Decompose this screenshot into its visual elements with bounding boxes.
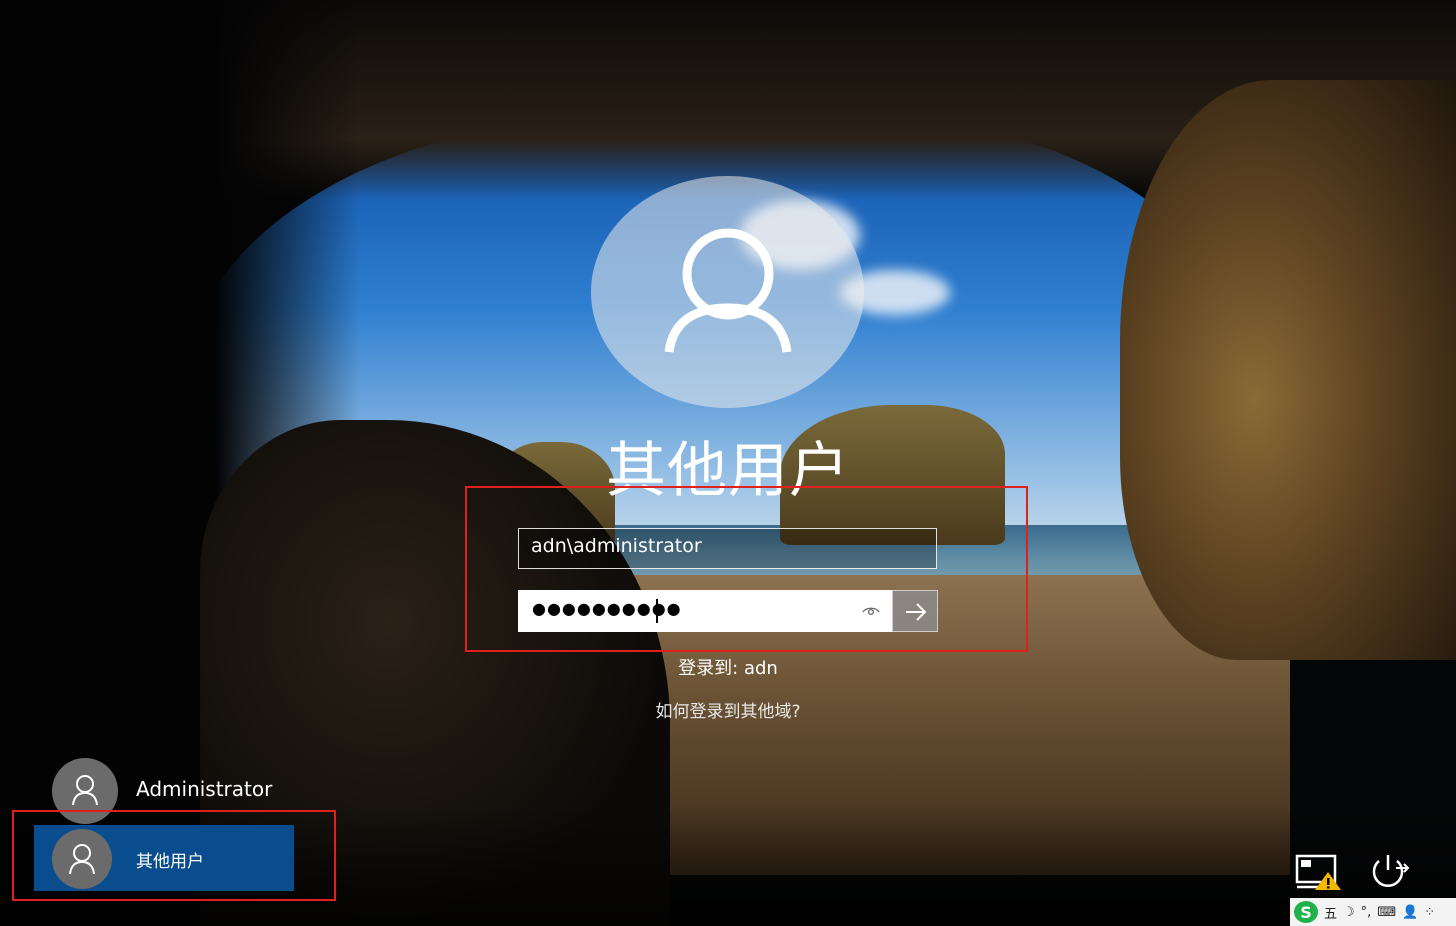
moon-icon[interactable]: ☽ <box>1343 905 1355 920</box>
person-icon <box>664 228 792 353</box>
password-mask: ●●●●●●●●●● <box>532 599 682 618</box>
username-input[interactable]: adn\administrator <box>518 528 937 569</box>
other-domain-link[interactable]: 如何登录到其他域? <box>0 697 1456 722</box>
ime-mode-toggle[interactable]: 五 <box>1324 903 1337 922</box>
signin-domain-label: 登录到: adn <box>678 658 778 679</box>
ime-toolbar[interactable]: S 五 ☽ °, ⌨ 👤 ⁘ <box>1290 898 1456 926</box>
power-icon[interactable] <box>1364 852 1410 892</box>
user-avatar-large <box>591 176 864 408</box>
eye-icon[interactable] <box>862 602 880 620</box>
user-tile-label: 其他用户 <box>136 852 204 872</box>
person-icon <box>72 775 98 806</box>
user-tile-label: Administrator <box>136 777 273 801</box>
punctuation-toggle[interactable]: °, <box>1361 905 1372 920</box>
grid-icon[interactable]: ⁘ <box>1424 905 1435 920</box>
submit-button[interactable] <box>892 590 938 632</box>
password-input[interactable]: ●●●●●●●●●● <box>518 590 892 632</box>
keyboard-icon[interactable]: ⌨ <box>1377 905 1396 920</box>
user-tile-other-user[interactable]: 其他用户 <box>34 825 294 891</box>
avatar <box>52 829 112 889</box>
network-warning-icon[interactable] <box>1295 853 1343 891</box>
text-caret <box>656 599 658 623</box>
user-icon[interactable]: 👤 <box>1402 905 1418 920</box>
arrow-right-icon <box>906 603 927 621</box>
ime-logo-icon[interactable]: S <box>1294 901 1318 923</box>
person-icon <box>69 844 95 875</box>
